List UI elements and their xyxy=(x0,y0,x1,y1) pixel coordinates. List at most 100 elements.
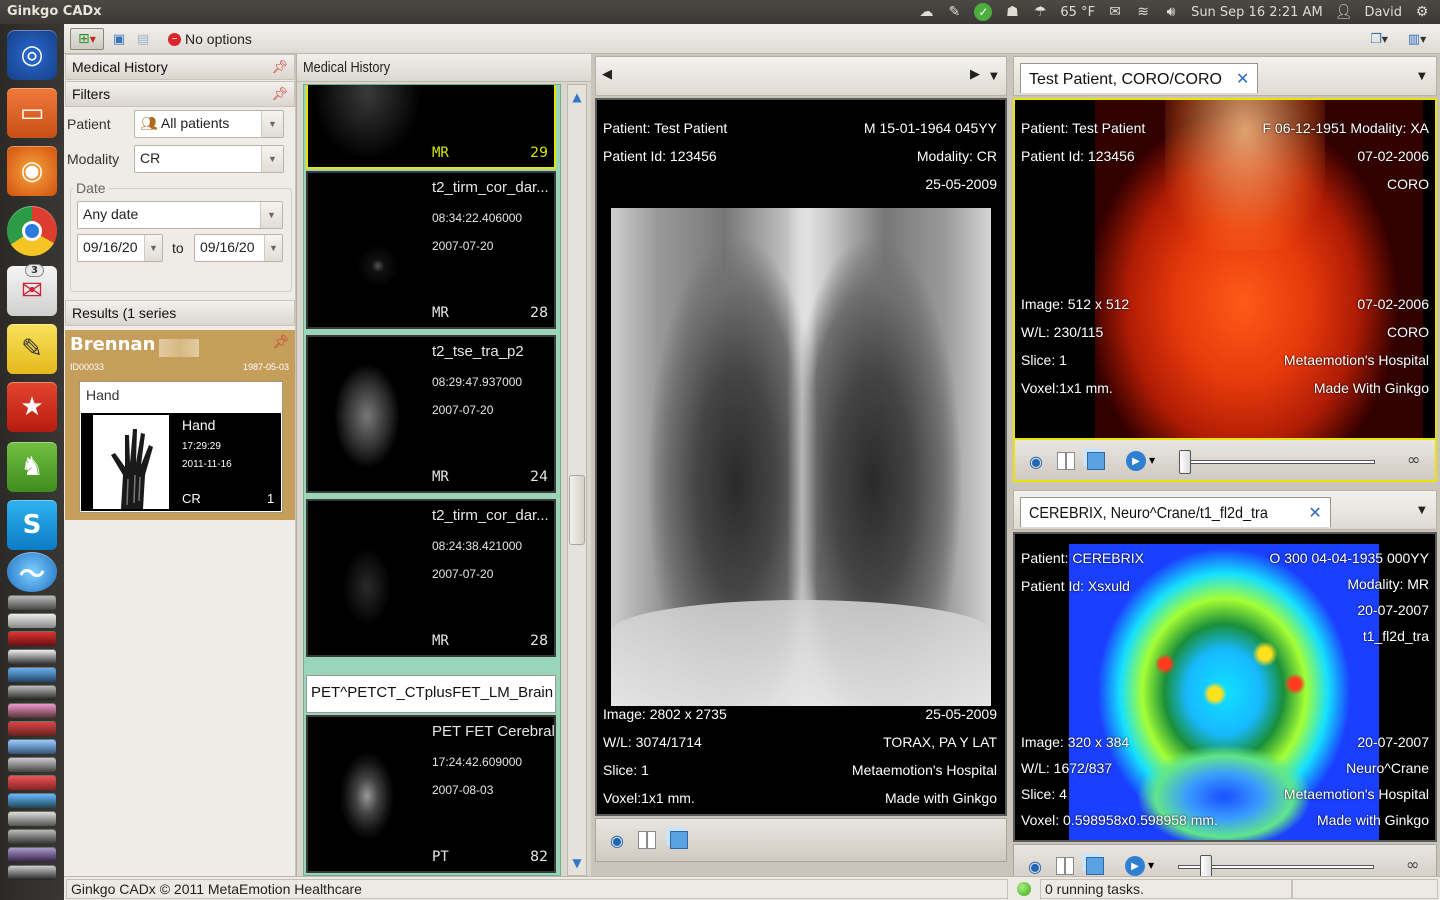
patient-select[interactable]: 👥︎ All patients ▼ xyxy=(134,110,284,138)
files-icon[interactable]: ▭ xyxy=(7,88,57,138)
save-button[interactable]: ▤ xyxy=(132,28,154,50)
running-tasks[interactable]: 0 running tasks. xyxy=(1040,879,1292,899)
date-to-field[interactable]: 09/16/20 ▼ xyxy=(194,234,283,262)
app-icon[interactable] xyxy=(8,722,56,736)
app-icon[interactable] xyxy=(8,704,56,718)
firefox-icon[interactable]: ◉ xyxy=(7,146,57,196)
scroll-down-icon[interactable]: ▼ xyxy=(570,853,584,873)
grid-icon[interactable] xyxy=(636,829,658,851)
app-icon[interactable] xyxy=(8,740,56,754)
mail-app-icon[interactable]: ✉ 3 xyxy=(7,264,57,316)
medical-history-header[interactable]: Medical History 📌︎ xyxy=(65,54,295,80)
network-icon[interactable]: ☗ xyxy=(1004,3,1020,21)
chevron-down-icon[interactable]: ▼ xyxy=(144,235,162,261)
cloud-icon[interactable]: ☁ xyxy=(918,3,934,21)
skype-icon[interactable]: S xyxy=(7,500,57,550)
date-range-select[interactable]: Any date ▼ xyxy=(77,201,283,229)
thunderbird-icon[interactable]: 〜 xyxy=(7,552,57,592)
series-thumbnail[interactable]: Hand 17:29:29 2011-11-16 CR 1 xyxy=(81,413,281,511)
chevron-right-icon[interactable]: ▶ xyxy=(970,67,980,82)
app-icon[interactable] xyxy=(8,614,56,628)
volume-icon[interactable]: 🔊︎ xyxy=(1163,3,1179,21)
wifi-icon[interactable]: ≋ xyxy=(1135,3,1151,21)
series-thumbnail[interactable]: 2007-07-20 MR 29 xyxy=(306,85,556,169)
series-thumbnail[interactable]: t2_tirm_cor_dar... 08:34:22.406000 2007-… xyxy=(306,171,556,329)
clock-label[interactable]: Sun Sep 16 2:21 AM xyxy=(1191,5,1323,20)
mail-icon[interactable]: ✉ xyxy=(1107,3,1123,21)
eye-icon[interactable]: ◉ xyxy=(1024,855,1046,877)
chevron-down-icon[interactable]: ▼ xyxy=(1418,71,1426,82)
patient-result[interactable]: Brennan 📌︎ ID00033 1987-05-03 Hand Hand … xyxy=(65,330,295,520)
app-icon[interactable] xyxy=(8,794,56,808)
grid-icon[interactable] xyxy=(1055,450,1077,472)
checkmark-icon[interactable]: ✓ xyxy=(974,3,993,21)
pin-icon[interactable]: 📌︎ xyxy=(271,86,288,102)
temperature-label[interactable]: 65 °F xyxy=(1060,5,1095,20)
play-icon[interactable]: ▶ xyxy=(1125,450,1147,472)
angio-viewer[interactable]: Patient: Test Patient Patient Id: 123456… xyxy=(1013,98,1437,442)
app-icon[interactable] xyxy=(8,758,56,772)
mri-tab[interactable]: CEREBRIX, Neuro^Crane/t1_fl2d_tra ✕ xyxy=(1020,497,1331,527)
link-icon[interactable]: ∞ xyxy=(1406,855,1419,874)
pin-icon[interactable]: 📌︎ xyxy=(271,59,288,75)
app-icon[interactable] xyxy=(8,668,56,682)
app-icon[interactable] xyxy=(8,830,56,844)
settings-icon[interactable]: ⚙ xyxy=(1414,3,1430,21)
notes-app-icon[interactable]: ✎ xyxy=(7,324,57,374)
layout-button[interactable]: ❐ ▼ xyxy=(1364,28,1394,50)
split-button[interactable]: ▥ ▼ xyxy=(1402,28,1432,50)
angio-slice-slider-track[interactable] xyxy=(1179,460,1375,464)
stack-icon[interactable] xyxy=(1084,855,1106,877)
play-icon[interactable]: ▶ xyxy=(1124,855,1146,877)
bookmarks-icon[interactable]: ★ xyxy=(7,382,57,432)
notes-icon[interactable]: ✎ xyxy=(946,3,962,21)
close-icon[interactable]: ✕ xyxy=(1236,71,1249,88)
filters-header[interactable]: Filters 📌︎ xyxy=(65,81,295,107)
chevron-left-icon[interactable]: ◀ xyxy=(602,67,612,82)
xray-viewer[interactable]: Patient: Test Patient Patient Id: 123456… xyxy=(595,98,1007,816)
chevron-down-icon[interactable]: ▼ xyxy=(990,71,998,82)
chevron-down-icon[interactable]: ▼ xyxy=(1148,861,1154,870)
weather-icon[interactable]: ☂ xyxy=(1032,3,1048,21)
stack-icon[interactable] xyxy=(668,829,690,851)
app-icon[interactable] xyxy=(8,848,56,862)
eye-icon[interactable]: ◉ xyxy=(606,829,628,851)
eye-icon[interactable]: ◉ xyxy=(1025,450,1047,472)
series-thumbnail[interactable]: t2_tirm_cor_dar... 08:24:38.421000 2007-… xyxy=(306,499,556,657)
series-thumbnail[interactable]: t2_tse_tra_p2 08:29:47.937000 2007-07-20… xyxy=(306,335,556,493)
link-icon[interactable]: ∞ xyxy=(1407,450,1420,469)
acquire-button[interactable]: ▣ xyxy=(108,28,130,50)
study-card[interactable]: Hand Hand 17:29:29 2011-11-16 CR 1 xyxy=(79,381,283,513)
scrollbar-thumb[interactable] xyxy=(569,475,585,545)
modality-select[interactable]: CR ▼ xyxy=(134,145,284,173)
app-icon[interactable] xyxy=(8,686,56,700)
app-icon[interactable] xyxy=(8,866,56,880)
user-icon[interactable]: 👤︎ xyxy=(1335,3,1353,21)
ubuntu-dash-icon[interactable]: ◎ xyxy=(7,30,57,80)
series-thumbnail[interactable]: PET FET Cerebral 17:24:42.609000 2007-08… xyxy=(306,715,556,873)
pin-icon[interactable]: 📌︎ xyxy=(272,334,289,350)
stack-icon[interactable] xyxy=(1085,450,1107,472)
date-from-field[interactable]: 09/16/20 ▼ xyxy=(77,234,163,262)
open-study-button[interactable]: ⊞ ▼ xyxy=(70,28,104,50)
chevron-down-icon[interactable]: ▼ xyxy=(264,235,282,261)
chevron-down-icon[interactable]: ▼ xyxy=(261,111,283,137)
angio-tab[interactable]: Test Patient, CORO/CORO ✕ xyxy=(1020,63,1259,93)
mri-viewer[interactable]: Patient: CEREBRIX Patient Id: Xsxuld O 3… xyxy=(1013,532,1437,842)
app-icon[interactable] xyxy=(8,650,56,664)
angio-slice-slider-knob[interactable] xyxy=(1179,450,1191,474)
chevron-down-icon[interactable]: ▼ xyxy=(260,202,282,228)
workspace-icon[interactable] xyxy=(8,596,56,610)
chrome-icon[interactable] xyxy=(7,206,57,256)
history-scrollbar[interactable]: ▲ ▼ xyxy=(567,84,587,876)
chevron-down-icon[interactable]: ▼ xyxy=(1418,505,1426,516)
grid-icon[interactable] xyxy=(1054,855,1076,877)
series-thumbnail-list[interactable]: 2007-07-20 MR 29 t2_tirm_cor_dar... 08:3… xyxy=(303,84,561,876)
close-icon[interactable]: ✕ xyxy=(1308,505,1321,522)
app-icon[interactable] xyxy=(8,812,56,826)
pet-study-header[interactable]: PET^PETCT_CTplusFET_LM_Brain (Ad... xyxy=(306,675,556,713)
chevron-down-icon[interactable]: ▼ xyxy=(1149,456,1155,465)
app-icon[interactable] xyxy=(8,632,56,646)
app-icon[interactable] xyxy=(8,776,56,790)
scroll-up-icon[interactable]: ▲ xyxy=(570,87,584,107)
